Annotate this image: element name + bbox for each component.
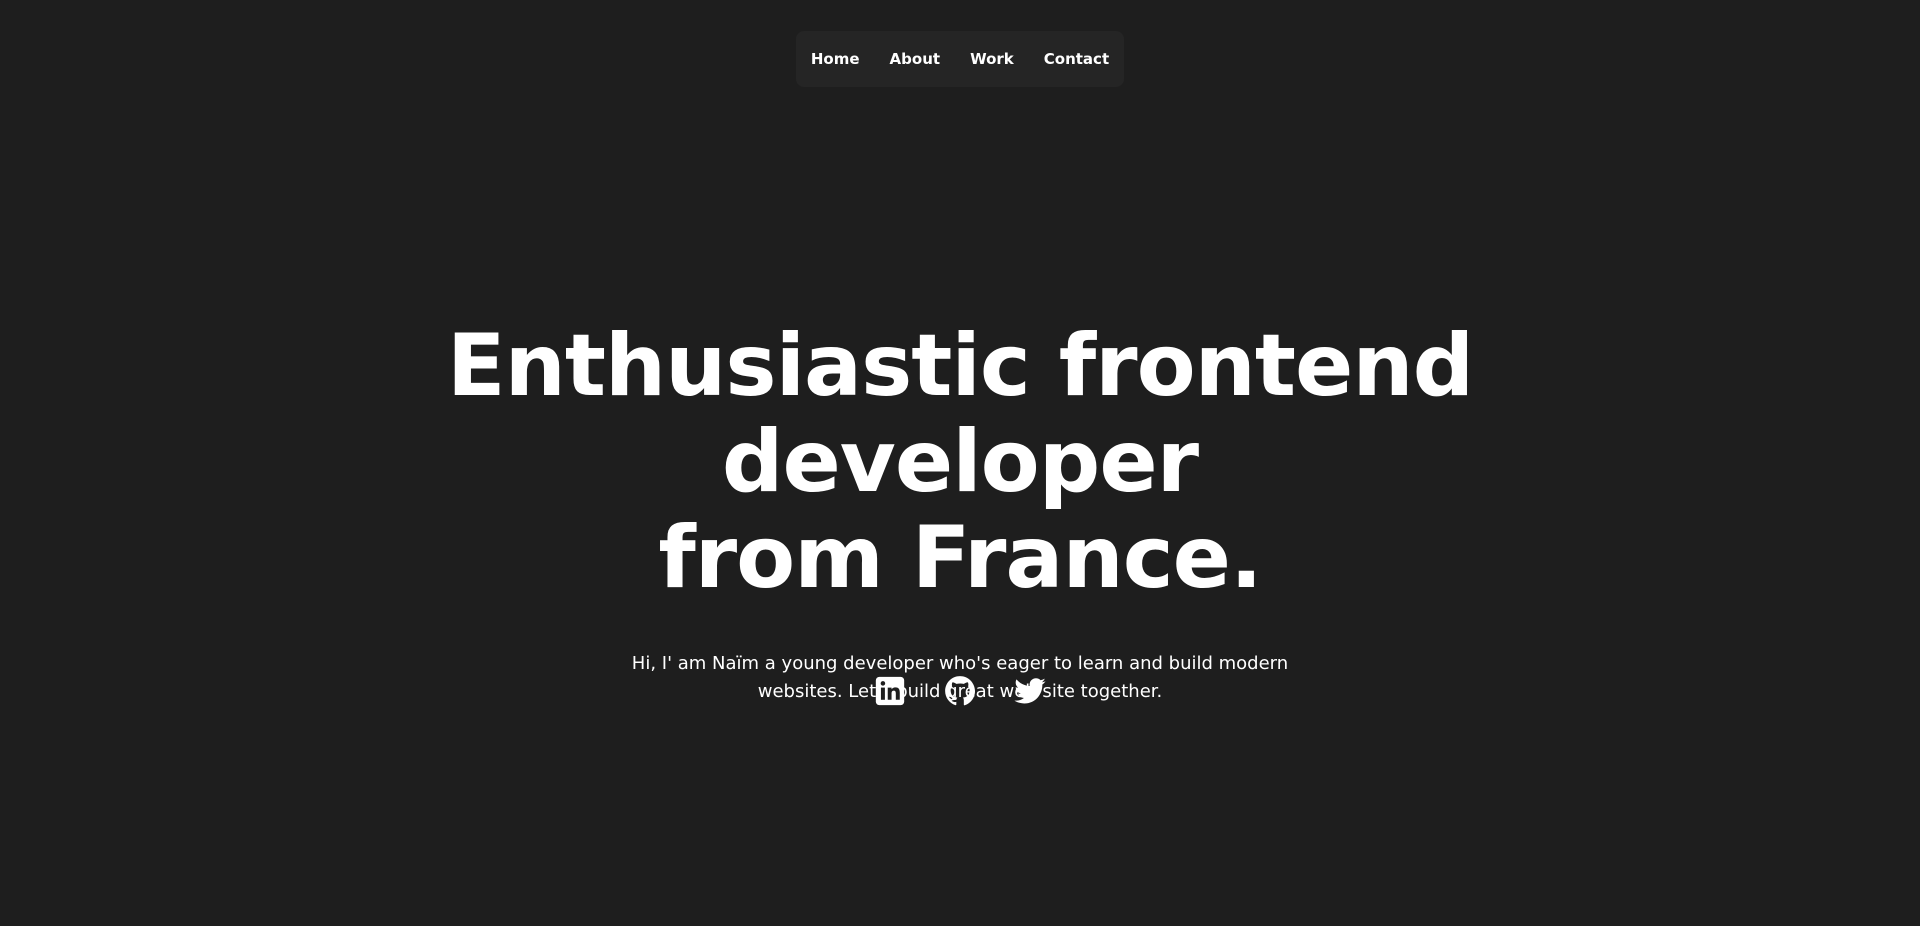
social-links: [0, 674, 1920, 708]
linkedin-icon: [875, 676, 905, 706]
page: Home About Work Contact Enthusiastic fro…: [0, 0, 1920, 926]
github-icon: [945, 676, 976, 706]
hero-title-line-2: from France.: [658, 508, 1262, 608]
nav-item-work[interactable]: Work: [955, 31, 1029, 87]
twitter-icon: [1014, 678, 1046, 704]
linkedin-link[interactable]: [873, 674, 907, 708]
github-link[interactable]: [943, 674, 977, 708]
nav-item-home[interactable]: Home: [796, 31, 875, 87]
twitter-link[interactable]: [1013, 674, 1047, 708]
hero-title-line-1: Enthusiastic frontend developer: [446, 316, 1474, 512]
top-navigation: Home About Work Contact: [796, 31, 1124, 87]
nav-item-contact[interactable]: Contact: [1029, 31, 1124, 87]
nav-item-about[interactable]: About: [875, 31, 956, 87]
hero-section: Enthusiastic frontend developer from Fra…: [0, 318, 1920, 706]
hero-title: Enthusiastic frontend developer from Fra…: [210, 318, 1710, 606]
